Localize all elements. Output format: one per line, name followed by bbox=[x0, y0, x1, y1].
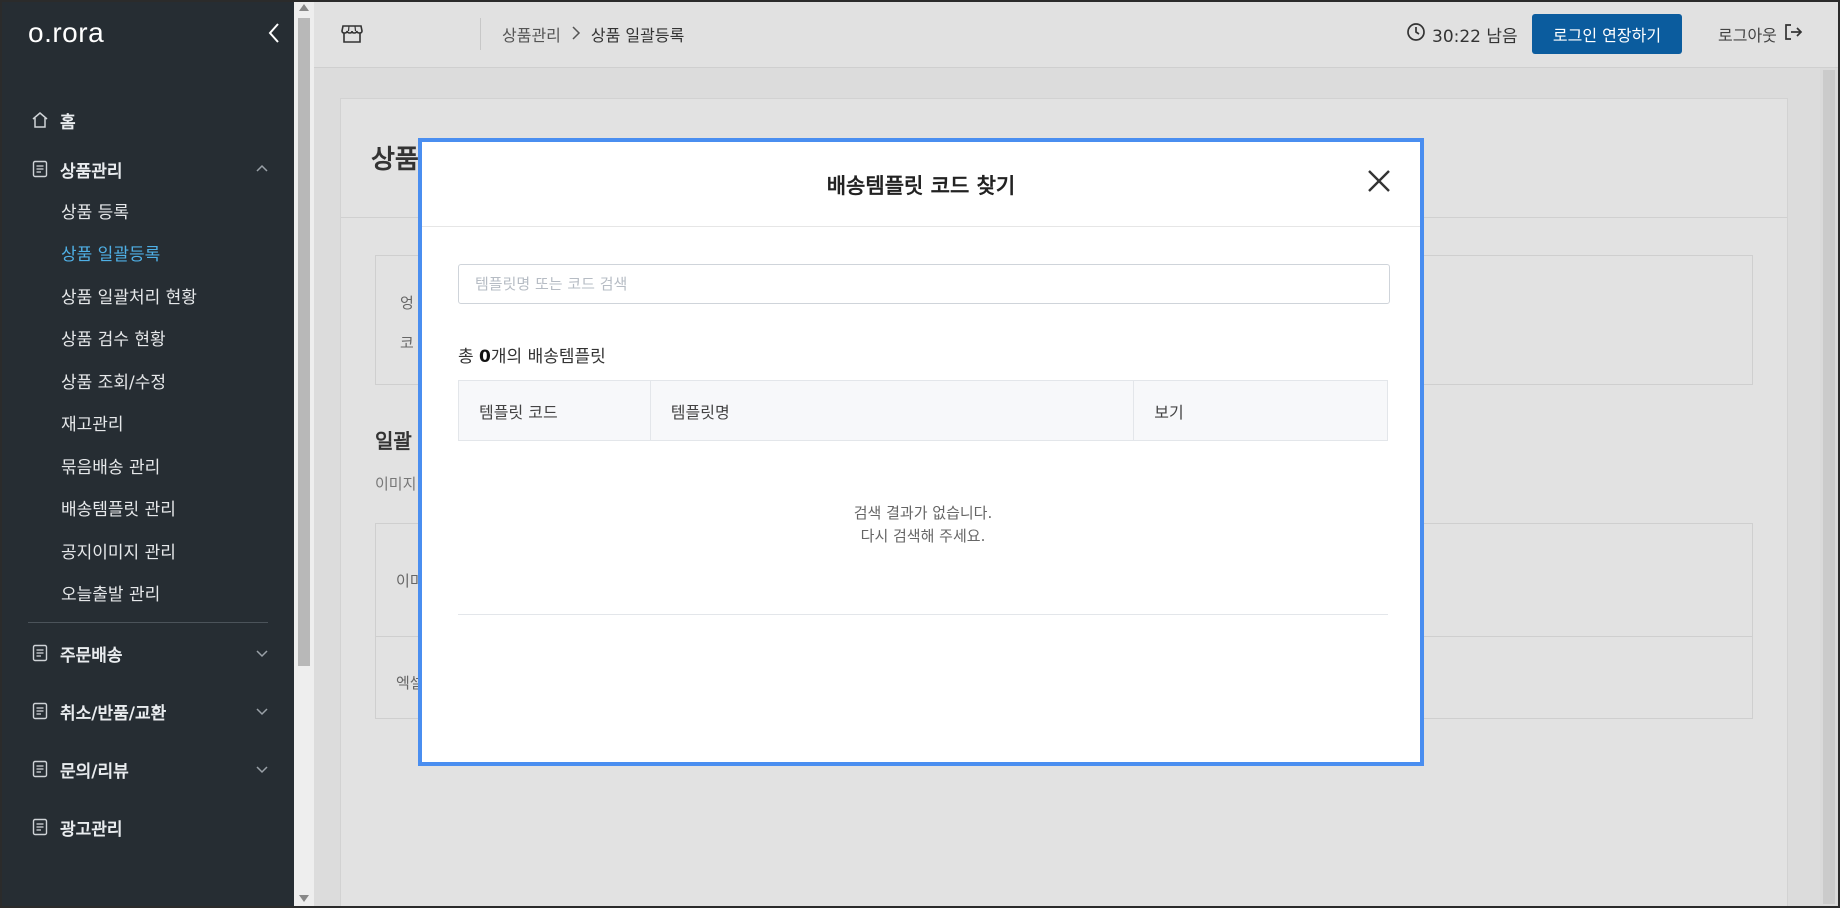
close-icon[interactable] bbox=[1364, 166, 1394, 196]
modal-title: 배송템플릿 코드 찾기 bbox=[826, 174, 1016, 198]
chevron-up-icon bbox=[254, 161, 270, 177]
empty-state: 검색 결과가 없습니다. 다시 검색해 주세요. bbox=[458, 502, 1388, 548]
sidebar-item-home[interactable]: 홈 bbox=[2, 104, 294, 136]
document-icon bbox=[30, 759, 50, 779]
timer-text: 30:22 남음 bbox=[1432, 27, 1518, 47]
document-icon bbox=[30, 701, 50, 721]
sidebar-item-label: 취소/반품/교환 bbox=[60, 703, 167, 724]
breadcrumb-current: 상품 일괄등록 bbox=[590, 26, 685, 45]
sidebar-subitem-bulk-status[interactable]: 상품 일괄처리 현황 bbox=[2, 274, 294, 317]
logout-button[interactable]: 로그아웃 bbox=[1718, 22, 1803, 46]
sidebar-item-inquiry-review[interactable]: 문의/리뷰 bbox=[2, 753, 294, 785]
top-header: 상품관리 상품 일괄등록 30:22 남음 로그인 연장하기 로그아웃 bbox=[314, 2, 1838, 68]
sidebar-subitem-product-bulk-register[interactable]: 상품 일괄등록 bbox=[2, 232, 294, 275]
sidebar-item-label: 홈 bbox=[60, 112, 76, 133]
table-bottom-border bbox=[458, 614, 1388, 615]
store-icon[interactable] bbox=[340, 22, 364, 46]
sidebar-item-label: 주문배송 bbox=[60, 645, 123, 666]
extend-login-button[interactable]: 로그인 연장하기 bbox=[1532, 14, 1682, 54]
logo[interactable]: o.rora bbox=[28, 17, 104, 49]
table-header-row: 템플릿 코드 템플릿명 보기 bbox=[458, 380, 1388, 441]
count-suffix: 개의 배송템플릿 bbox=[490, 347, 606, 367]
empty-hint: 다시 검색해 주세요. bbox=[860, 527, 986, 545]
sidebar-divider bbox=[28, 622, 268, 623]
column-header-view: 보기 bbox=[1133, 380, 1388, 441]
clock-icon bbox=[1406, 22, 1426, 47]
sidebar-scrollbar[interactable] bbox=[294, 2, 314, 906]
chevron-right-icon bbox=[571, 25, 581, 44]
logout-icon bbox=[1783, 22, 1803, 46]
sidebar-item-product-mgmt[interactable]: 상품관리 bbox=[2, 153, 294, 185]
sidebar-subitem-product-search-edit[interactable]: 상품 조회/수정 bbox=[2, 359, 294, 402]
column-header-template-name: 템플릿명 bbox=[649, 380, 1135, 441]
breadcrumb-parent[interactable]: 상품관리 bbox=[502, 22, 561, 46]
result-count: 총 0개의 배송템플릿 bbox=[458, 342, 606, 367]
sidebar-item-ad-mgmt[interactable]: 광고관리 bbox=[2, 811, 294, 843]
document-icon bbox=[30, 643, 50, 663]
sidebar-subitem-bundle-delivery[interactable]: 묶음배송 관리 bbox=[2, 444, 294, 487]
chevron-down-icon bbox=[254, 703, 270, 719]
chevron-down-icon bbox=[254, 761, 270, 777]
sidebar-item-label: 문의/리뷰 bbox=[60, 761, 129, 782]
sidebar-scroll-thumb[interactable] bbox=[298, 18, 310, 666]
logo-row: o.rora bbox=[2, 2, 294, 64]
home-icon bbox=[30, 110, 50, 130]
info-line: 엉 bbox=[400, 294, 414, 312]
document-icon bbox=[30, 159, 50, 179]
modal-divider bbox=[422, 226, 1420, 227]
count-prefix: 총 bbox=[458, 347, 480, 367]
chevron-down-icon bbox=[254, 645, 270, 661]
page-title: 상품 bbox=[371, 145, 419, 175]
template-search-input[interactable] bbox=[458, 264, 1390, 304]
delivery-template-modal: 배송템플릿 코드 찾기 총 0개의 배송템플릿 템플릿 코드 템플릿명 보기 검… bbox=[418, 138, 1424, 766]
empty-message: 검색 결과가 없습니다. bbox=[853, 504, 993, 522]
sidebar-item-label: 상품관리 bbox=[60, 161, 123, 182]
main-scrollbar[interactable] bbox=[1820, 68, 1838, 906]
sidebar-nav: 홈 상품관리 상품 등록 상품 일괄등록 상품 일괄처리 현황 상품 검수 현황… bbox=[2, 104, 294, 843]
document-icon bbox=[30, 817, 50, 837]
sidebar-subitem-today-shipping[interactable]: 오늘출발 관리 bbox=[2, 572, 294, 615]
sidebar-item-order-delivery[interactable]: 주문배송 bbox=[2, 637, 294, 669]
logout-label: 로그아웃 bbox=[1718, 26, 1777, 45]
breadcrumb: 상품관리 상품 일괄등록 bbox=[502, 22, 684, 46]
section-title: 일괄 bbox=[375, 429, 412, 453]
sidebar: o.rora 홈 상품관리 상품 등록 상품 일괄등록 상품 일괄처리 현황 상 bbox=[2, 2, 294, 906]
chevron-left-icon[interactable] bbox=[262, 18, 286, 48]
sidebar-subitem-inspection-status[interactable]: 상품 검수 현황 bbox=[2, 317, 294, 360]
scroll-up-icon[interactable] bbox=[299, 4, 309, 11]
scroll-down-icon[interactable] bbox=[299, 895, 309, 902]
count-value: 0 bbox=[479, 347, 491, 367]
template-result-table: 템플릿 코드 템플릿명 보기 bbox=[458, 380, 1388, 441]
header-divider bbox=[480, 18, 481, 50]
sidebar-subitem-inventory[interactable]: 재고관리 bbox=[2, 402, 294, 445]
sidebar-subitem-product-register[interactable]: 상품 등록 bbox=[2, 189, 294, 232]
main-scroll-thumb[interactable] bbox=[1823, 70, 1835, 904]
sidebar-item-cancel-return[interactable]: 취소/반품/교환 bbox=[2, 695, 294, 727]
section-description: 이미지 bbox=[375, 475, 417, 493]
info-line: 코 bbox=[400, 334, 414, 352]
column-header-template-code: 템플릿 코드 bbox=[458, 380, 651, 441]
sidebar-subitem-delivery-template[interactable]: 배송템플릿 관리 bbox=[2, 487, 294, 530]
sidebar-item-label: 광고관리 bbox=[60, 819, 123, 840]
product-submenu: 상품 등록 상품 일괄등록 상품 일괄처리 현황 상품 검수 현황 상품 조회/… bbox=[2, 185, 294, 614]
sidebar-subitem-notice-image[interactable]: 공지이미지 관리 bbox=[2, 529, 294, 572]
session-timer: 30:22 남음 bbox=[1406, 22, 1518, 47]
